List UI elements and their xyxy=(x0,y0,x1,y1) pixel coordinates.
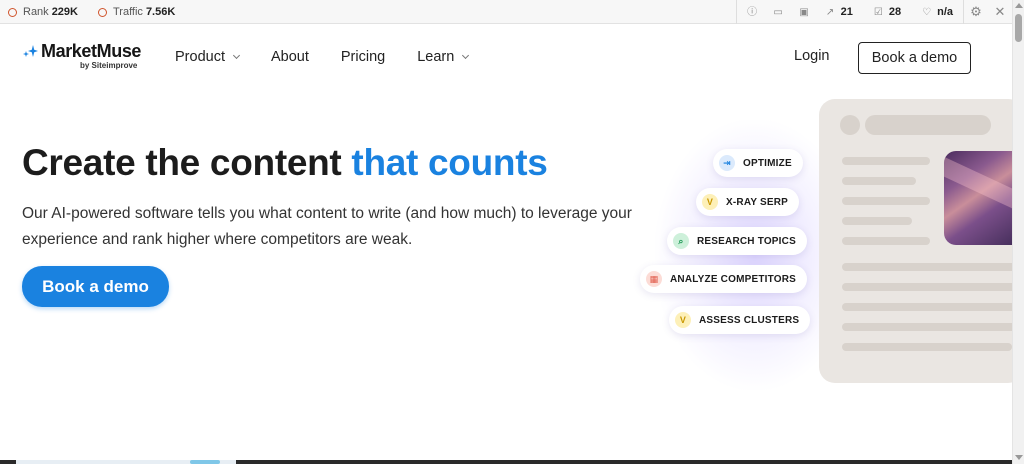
nav-about[interactable]: About xyxy=(271,49,309,65)
chart-icon[interactable]: ▣ xyxy=(799,7,810,18)
score-value: n/a xyxy=(937,6,953,18)
research-icon: ⌕ xyxy=(673,233,689,249)
external-link-icon[interactable]: ↗ xyxy=(825,7,836,18)
scroll-thumb[interactable] xyxy=(1015,14,1022,42)
backlinks-value: 21 xyxy=(840,6,853,18)
rank-value: 229K xyxy=(51,6,78,18)
rank-icon xyxy=(8,7,17,17)
pages-value: 28 xyxy=(888,6,902,18)
hero-title-accent: that counts xyxy=(351,142,548,183)
monitor-icon[interactable]: ▭ xyxy=(773,7,784,18)
nav-learn[interactable]: Learn xyxy=(417,49,470,65)
traffic-icon xyxy=(97,7,107,17)
clusters-icon: V xyxy=(675,312,691,328)
book-demo-hero-button[interactable]: Book a demo xyxy=(22,266,169,307)
site-header: MarketMuse by Siteimprove Product About … xyxy=(0,24,1012,90)
hero-title: Create the content that counts xyxy=(22,142,548,183)
heart-icon[interactable]: ♡ xyxy=(921,7,932,18)
rank-label: Rank xyxy=(23,6,49,18)
xray-icon: V xyxy=(702,194,718,210)
check-square-icon[interactable]: ☑ xyxy=(873,7,884,18)
nav-pricing[interactable]: Pricing xyxy=(341,49,385,65)
feature-analyze-competitors: ▦ ANALYZE COMPETITORS xyxy=(640,265,808,293)
feature-assess-clusters: V ASSESS CLUSTERS xyxy=(669,306,811,334)
scroll-down-arrow-icon[interactable] xyxy=(1015,455,1023,460)
info-icon[interactable]: ⓘ xyxy=(747,7,758,18)
traffic-value: 7.56K xyxy=(145,6,176,18)
brand-logo[interactable]: MarketMuse by Siteimprove xyxy=(22,41,152,71)
rank-stat[interactable]: Rank 229K xyxy=(8,6,78,18)
page-scrollbar[interactable] xyxy=(1012,0,1024,464)
chevron-down-icon xyxy=(232,51,241,60)
brand-name: MarketMuse xyxy=(41,41,142,61)
traffic-stat[interactable]: Traffic 7.56K xyxy=(97,6,176,18)
seo-extension-toolbar: Rank 229K Traffic 7.56K ⓘ ▭ ▣ ↗ 21 ☑ 28 … xyxy=(0,0,1012,24)
brand-sub: by Siteimprove xyxy=(80,61,138,70)
feature-research-topics: ⌕ RESEARCH TOPICS xyxy=(667,227,807,255)
login-link[interactable]: Login xyxy=(794,48,829,64)
traffic-label: Traffic xyxy=(112,6,143,18)
feature-xray-serp: V X-RAY SERP xyxy=(696,188,800,216)
book-demo-header-button[interactable]: Book a demo xyxy=(858,42,971,74)
next-section-preview xyxy=(0,460,1012,464)
optimize-icon: ⇥ xyxy=(719,155,735,171)
nav-product[interactable]: Product xyxy=(175,49,241,65)
feature-optimize: ⇥ OPTIMIZE xyxy=(713,149,803,177)
chevron-down-icon xyxy=(462,51,470,60)
sparkle-icon xyxy=(23,45,38,57)
close-icon[interactable]: ✕ xyxy=(988,0,1012,24)
hero-subtitle: Our AI-powered software tells you what c… xyxy=(22,205,632,248)
main-nav: Product About Pricing Learn xyxy=(175,24,500,90)
competitors-icon: ▦ xyxy=(646,271,662,287)
scroll-up-arrow-icon[interactable] xyxy=(1015,3,1023,8)
content-card-illustration xyxy=(819,99,1024,383)
gear-icon[interactable]: ⚙ xyxy=(964,0,988,24)
